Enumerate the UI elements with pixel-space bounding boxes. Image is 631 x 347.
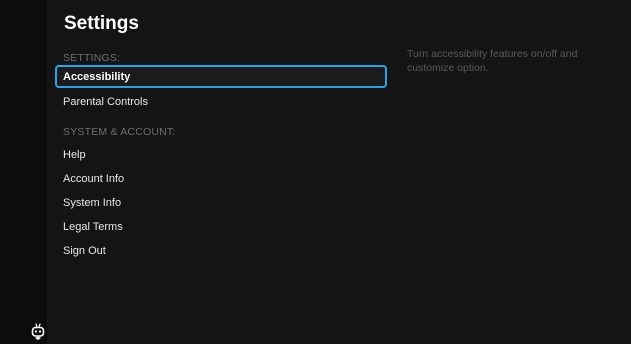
item-description: Turn accessibility features on/off and c… xyxy=(407,48,578,74)
menu-item-account-info[interactable]: Account Info xyxy=(63,172,124,186)
menu-item-sign-out[interactable]: Sign Out xyxy=(63,244,106,258)
section-header-settings: SETTINGS: xyxy=(63,52,121,64)
tv-mascot-icon xyxy=(30,323,46,341)
menu-item-system-info[interactable]: System Info xyxy=(63,196,121,210)
section-header-system-account: SYSTEM & ACCOUNT: xyxy=(63,126,176,138)
menu-item-parental-controls[interactable]: Parental Controls xyxy=(63,95,148,109)
page-title: Settings xyxy=(64,13,139,34)
menu-item-legal-terms[interactable]: Legal Terms xyxy=(63,220,123,234)
side-rail xyxy=(0,0,47,344)
menu-item-accessibility[interactable]: Accessibility xyxy=(55,65,387,88)
settings-screen: Settings SETTINGS: Accessibility Parenta… xyxy=(0,0,631,344)
menu-item-help[interactable]: Help xyxy=(63,148,86,162)
